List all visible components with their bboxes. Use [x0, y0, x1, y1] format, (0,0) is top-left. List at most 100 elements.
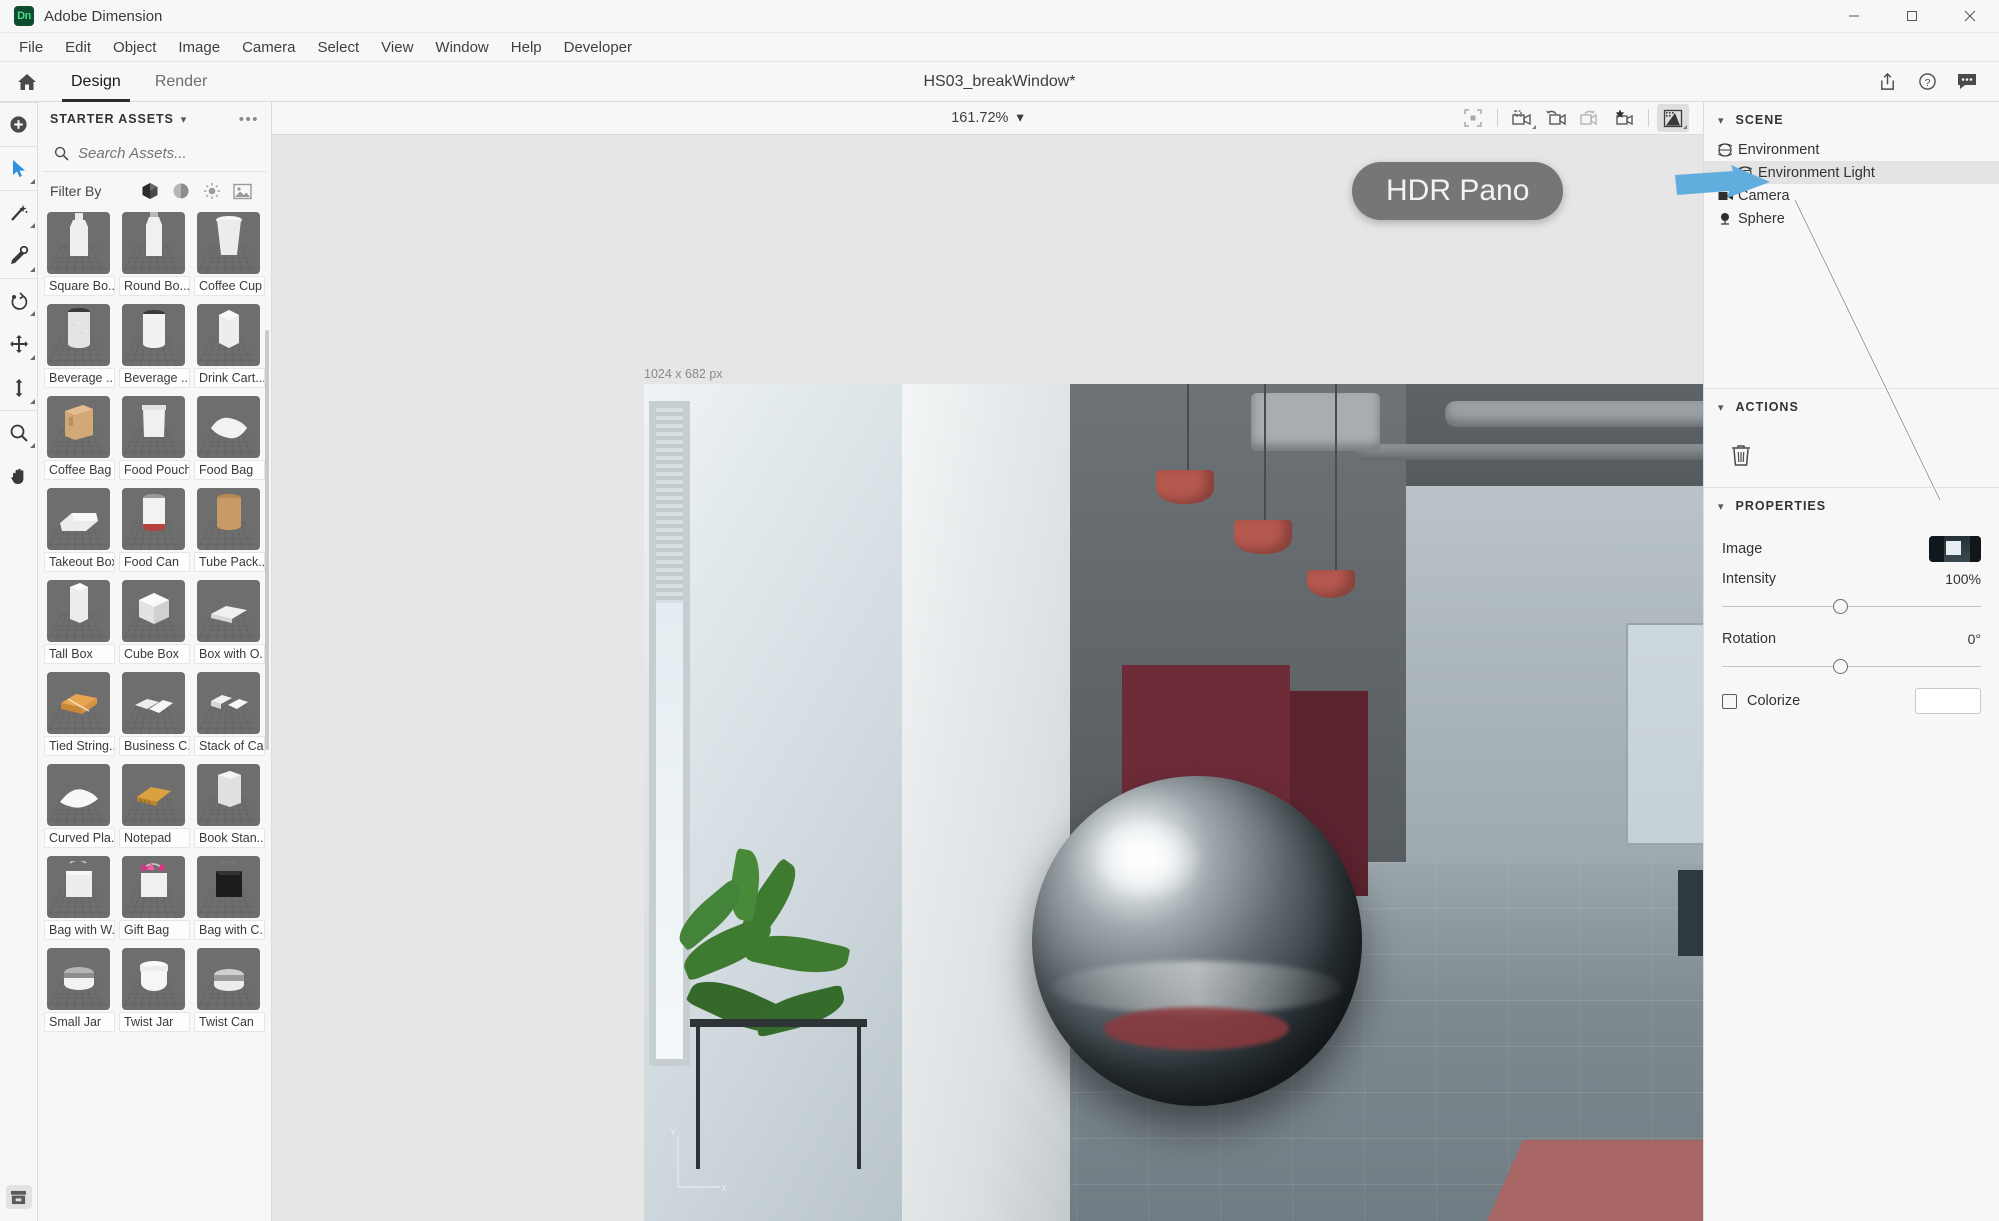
asset-thumbnail[interactable] — [122, 856, 185, 918]
asset-thumbnail[interactable] — [47, 672, 110, 734]
chevron-down-icon[interactable]: ▾ — [1012, 110, 1024, 126]
scene-section-header[interactable]: ▾ SCENE — [1704, 102, 1999, 138]
asset-thumbnail[interactable] — [122, 948, 185, 1010]
asset-thumbnail[interactable] — [122, 672, 185, 734]
camera-redo-icon[interactable] — [1574, 104, 1606, 132]
colorize-checkbox[interactable] — [1722, 693, 1737, 709]
pan-icon[interactable] — [0, 454, 38, 498]
asset-cell[interactable]: Bag with C... — [194, 856, 265, 940]
zoom-icon[interactable] — [0, 410, 38, 454]
asset-thumbnail[interactable] — [47, 856, 110, 918]
hdr-image-thumbnail[interactable] — [1929, 536, 1981, 562]
select-icon[interactable] — [0, 146, 38, 190]
asset-cell[interactable]: Coffee Bag — [44, 396, 115, 480]
asset-thumbnail[interactable] — [197, 396, 260, 458]
asset-cell[interactable]: Twist Jar — [119, 948, 190, 1032]
add-icon[interactable] — [0, 102, 38, 146]
asset-cell[interactable]: Food Bag — [194, 396, 265, 480]
asset-cell[interactable]: Twist Can — [194, 948, 265, 1032]
asset-cell[interactable]: Bag with W... — [44, 856, 115, 940]
tab-design[interactable]: Design — [54, 62, 138, 102]
asset-thumbnail[interactable] — [122, 304, 185, 366]
asset-cell[interactable]: Tube Pack... — [194, 488, 265, 572]
slider-knob[interactable] — [1833, 659, 1849, 674]
tab-render[interactable]: Render — [138, 62, 224, 102]
chevron-down-icon[interactable]: ▾ — [1718, 401, 1724, 414]
asset-cell[interactable]: Tied String... — [44, 672, 115, 756]
asset-cell[interactable]: Food Can — [119, 488, 190, 572]
menu-file[interactable]: File — [8, 35, 54, 60]
minimize-button[interactable] — [1825, 0, 1883, 33]
scene-item-environment[interactable]: Environment — [1704, 138, 1999, 161]
menu-developer[interactable]: Developer — [553, 35, 643, 60]
fit-to-view-icon[interactable] — [1457, 104, 1489, 132]
asset-cell[interactable]: Square Bo... — [44, 212, 115, 296]
model-filter-icon[interactable] — [139, 181, 160, 202]
menu-camera[interactable]: Camera — [231, 35, 306, 60]
menu-edit[interactable]: Edit — [54, 35, 102, 60]
asset-cell[interactable]: Round Bo... — [119, 212, 190, 296]
asset-cell[interactable]: Box with O... — [194, 580, 265, 664]
chrome-sphere-object[interactable] — [1031, 776, 1362, 1107]
asset-thumbnail[interactable] — [122, 212, 185, 274]
asset-cell[interactable]: Coffee Cup — [194, 212, 265, 296]
asset-cell[interactable]: Business C... — [119, 672, 190, 756]
asset-cell[interactable]: Curved Pla... — [44, 764, 115, 848]
asset-cell[interactable]: Small Jar — [44, 948, 115, 1032]
viewport-stage[interactable]: 1024 x 682 px Y X — [272, 135, 1703, 1221]
asset-cell[interactable]: Food Pouch — [119, 396, 190, 480]
camera-undo-icon[interactable] — [1540, 104, 1572, 132]
move-icon[interactable] — [0, 322, 38, 366]
asset-cell[interactable]: Tall Box — [44, 580, 115, 664]
properties-section-header[interactable]: ▾ PROPERTIES — [1704, 488, 1999, 524]
share-icon[interactable] — [1869, 64, 1905, 100]
asset-thumbnail[interactable] — [197, 672, 260, 734]
camera-star-icon[interactable] — [1608, 104, 1640, 132]
asset-thumbnail[interactable] — [47, 948, 110, 1010]
rotation-slider[interactable] — [1722, 656, 1981, 678]
asset-thumbnail[interactable] — [197, 488, 260, 550]
asset-thumbnail[interactable] — [47, 304, 110, 366]
asset-cell[interactable]: Beverage ... — [119, 304, 190, 388]
asset-cell[interactable]: Takeout Box — [44, 488, 115, 572]
asset-cell[interactable]: Stack of Ca... — [194, 672, 265, 756]
render-preview-icon[interactable] — [1657, 104, 1689, 132]
asset-thumbnail[interactable] — [47, 764, 110, 826]
assets-scrollbar[interactable] — [265, 330, 269, 750]
camera-bookmark-icon[interactable] — [1506, 104, 1538, 132]
image-filter-icon[interactable] — [232, 181, 253, 202]
asset-thumbnail[interactable] — [197, 764, 260, 826]
chevron-down-icon[interactable]: ▾ — [1718, 114, 1724, 127]
actions-section-header[interactable]: ▾ ACTIONS — [1704, 389, 1999, 425]
asset-cell[interactable]: Drink Cart... — [194, 304, 265, 388]
trash-icon[interactable] — [1726, 441, 1756, 471]
asset-cell[interactable]: Book Stan... — [194, 764, 265, 848]
search-input[interactable] — [78, 145, 238, 162]
menu-window[interactable]: Window — [424, 35, 499, 60]
asset-cell[interactable]: Gift Bag — [119, 856, 190, 940]
asset-thumbnail[interactable] — [47, 396, 110, 458]
magic-wand-icon[interactable] — [0, 190, 38, 234]
asset-cell[interactable]: Cube Box — [119, 580, 190, 664]
render-artboard[interactable]: Y X — [644, 384, 1703, 1221]
menu-image[interactable]: Image — [167, 35, 231, 60]
asset-thumbnail[interactable] — [197, 948, 260, 1010]
menu-view[interactable]: View — [370, 35, 424, 60]
asset-thumbnail[interactable] — [197, 212, 260, 274]
close-button[interactable] — [1941, 0, 1999, 33]
light-filter-icon[interactable] — [201, 181, 222, 202]
colorize-color-swatch[interactable] — [1915, 688, 1981, 714]
home-button[interactable] — [0, 73, 54, 91]
menu-select[interactable]: Select — [306, 35, 370, 60]
assets-menu-button[interactable]: ••• — [239, 111, 259, 128]
asset-thumbnail[interactable] — [197, 580, 260, 642]
orbit-icon[interactable] — [0, 278, 38, 322]
intensity-slider[interactable] — [1722, 596, 1981, 618]
asset-cell[interactable]: Notepad — [119, 764, 190, 848]
asset-cell[interactable]: Beverage ... — [44, 304, 115, 388]
asset-thumbnail[interactable] — [47, 580, 110, 642]
asset-thumbnail[interactable] — [47, 488, 110, 550]
rotation-value[interactable]: 0° — [1968, 631, 1981, 647]
asset-thumbnail[interactable] — [122, 764, 185, 826]
material-filter-icon[interactable] — [170, 181, 191, 202]
